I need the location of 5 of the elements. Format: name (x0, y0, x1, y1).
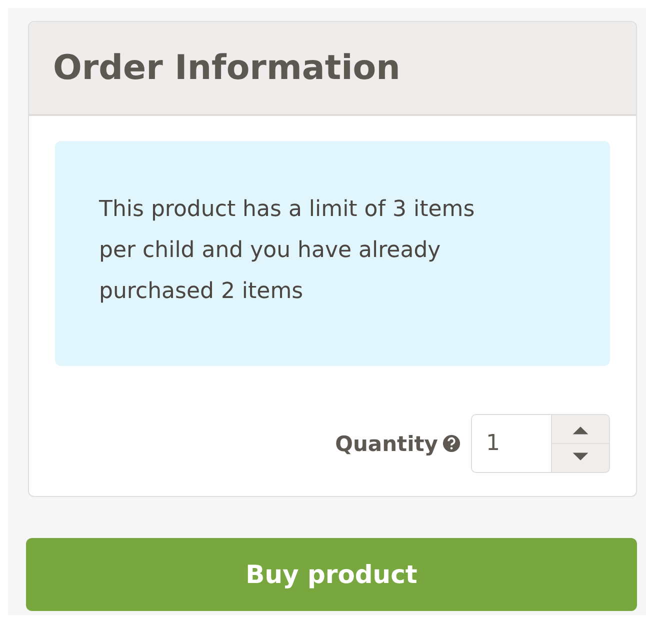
quantity-field[interactable]: 1 (471, 414, 551, 473)
panel-title: Order Information (29, 22, 636, 116)
limit-notice: This product has a limit of 3 items per child and you have already purchased 2 items (55, 141, 610, 366)
help-icon[interactable] (442, 434, 461, 453)
quantity-label: Quantity (335, 432, 438, 456)
